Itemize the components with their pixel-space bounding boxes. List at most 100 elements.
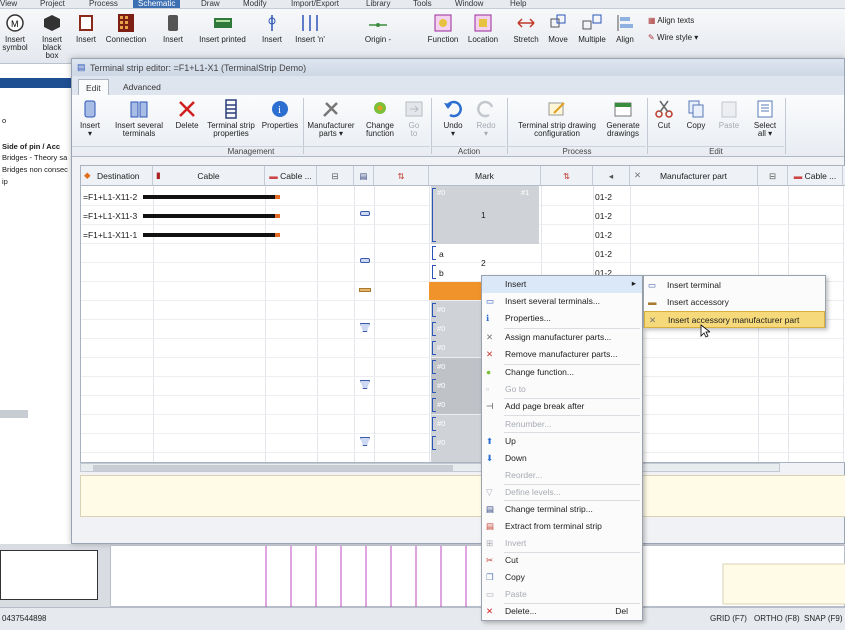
menu-library[interactable]: Library (366, 0, 390, 8)
insert-printed-button[interactable]: Insert printed (195, 9, 250, 44)
paste-button[interactable]: Paste (714, 95, 744, 130)
menu-schematic[interactable]: Schematic (133, 0, 181, 8)
snap-toggle[interactable]: SNAP (F9) (804, 614, 843, 623)
grid-horizontal-scrollbar[interactable] (80, 463, 780, 472)
menu-item-change-strip[interactable]: ▤ Change terminal strip... (482, 501, 642, 518)
location-button[interactable]: Location (464, 9, 502, 44)
tab-edit[interactable]: Edit (78, 79, 109, 95)
ortho-toggle[interactable]: ORTHO (F8) (754, 614, 800, 623)
copy-button[interactable]: Copy (681, 95, 711, 130)
menu-item-up[interactable]: ⬆ Up (482, 433, 642, 450)
menu-item-renumber[interactable]: Renumber... (482, 416, 642, 433)
menu-item-page-break[interactable]: ⊣ Add page break after (482, 398, 642, 415)
part-cell[interactable]: 01-2 (595, 211, 612, 221)
part-cell[interactable]: 01-2 (595, 249, 612, 259)
tab-advanced[interactable]: Advanced (116, 79, 168, 95)
menu-item-reorder[interactable]: Reorder... (482, 467, 642, 484)
terminal-strip-properties-button[interactable]: Terminal strip properties (205, 95, 257, 138)
col-mark[interactable]: Mark (429, 166, 541, 186)
part-cell[interactable]: 01-2 (595, 230, 612, 240)
col-cable-2[interactable]: ▬ Cable ... (265, 166, 317, 186)
left-panel-line[interactable]: Bridges non consec (2, 165, 72, 174)
part-cell[interactable]: 01-2 (595, 192, 612, 202)
menu-item-properties[interactable]: ℹ Properties... (482, 310, 642, 327)
col-sort-2[interactable]: ⇅ (541, 166, 593, 186)
origin-button[interactable]: Origin - (355, 9, 401, 44)
stretch-button[interactable]: Stretch (510, 9, 542, 44)
move-button[interactable]: Move (543, 9, 573, 44)
left-panel-line[interactable]: ip (2, 177, 72, 186)
menu-item-extract[interactable]: ▤ Extract from terminal strip (482, 518, 642, 535)
destination-cell[interactable]: =F1+L1-X11-3 (83, 211, 137, 221)
insert-n-button[interactable]: Insert 'n' (291, 9, 329, 44)
scrollbar-thumb[interactable] (93, 465, 453, 471)
menu-item-assign-parts[interactable]: ✕ Assign manufacturer parts... (482, 329, 642, 346)
destination-cell[interactable]: =F1+L1-X11-1 (83, 230, 137, 240)
grid-toggle[interactable]: GRID (F7) (710, 614, 747, 623)
menu-import-export[interactable]: Import/Export (291, 0, 339, 8)
menu-item-insert[interactable]: Insert ▸ (482, 276, 642, 293)
insert-button[interactable]: Insert ▾ (75, 95, 105, 138)
insert-symbol-button[interactable]: M Insert symbol (0, 9, 30, 52)
insert-button-3[interactable]: Insert (258, 9, 286, 44)
destination-cell[interactable]: =F1+L1-X11-2 (83, 192, 137, 202)
mark-value[interactable]: 1 (481, 210, 486, 220)
col-cable-3[interactable]: ◂ (593, 166, 630, 186)
select-all-button[interactable]: Select all ▾ (748, 95, 782, 138)
change-function-button[interactable]: Change function (360, 95, 400, 138)
menu-item-delete[interactable]: ✕ Delete... Del (482, 603, 642, 620)
menu-process[interactable]: Process (89, 0, 118, 8)
col-cable[interactable]: ▮ Cable (153, 166, 265, 186)
menu-item-change-function[interactable]: ● Change function... (482, 364, 642, 381)
col-terminal-strip[interactable]: ▤ (354, 166, 374, 186)
goto-button[interactable]: Go to (402, 95, 426, 138)
menu-project[interactable]: Project (40, 0, 65, 8)
wire-style-button[interactable]: ✎ Wire style ▾ (648, 34, 698, 42)
undo-button[interactable]: Undo ▾ (438, 95, 468, 138)
col-cable-4[interactable]: ▬ Cable ... (788, 166, 843, 186)
notes-panel[interactable] (80, 475, 845, 517)
submenu-insert-accessory-part[interactable]: ✕ Insert accessory manufacturer part (644, 311, 825, 328)
menu-item-cut[interactable]: ✂ Cut (482, 552, 642, 569)
terminal-strip-drawing-configuration-button[interactable]: Terminal strip drawing configuration (512, 95, 602, 138)
align-texts-button[interactable]: ▦ Align texts (648, 17, 694, 25)
delete-button[interactable]: Delete (172, 95, 202, 130)
properties-button[interactable]: i Properties (260, 95, 300, 130)
connection-button[interactable]: Connection (103, 9, 149, 44)
col-manufacturer-part[interactable]: ✕ Manufacturer part (630, 166, 758, 186)
menu-item-copy[interactable]: ❐ Copy (482, 569, 642, 586)
menu-item-insert-several[interactable]: ▭ Insert several terminals... (482, 293, 642, 310)
function-button[interactable]: Function (425, 9, 461, 44)
menu-item-invert[interactable]: ⊞ Invert (482, 535, 642, 552)
menu-view[interactable]: View (0, 0, 17, 8)
menu-item-down[interactable]: ⬇ Down (482, 450, 642, 467)
drawing-canvas[interactable] (110, 545, 845, 608)
submenu-insert-terminal[interactable]: ▭ Insert terminal (644, 277, 825, 294)
menu-item-goto[interactable]: ▫ Go to (482, 381, 642, 398)
cut-button[interactable]: Cut (651, 95, 677, 130)
menu-item-define-levels[interactable]: ▽ Define levels... (482, 484, 642, 501)
mark-value[interactable]: a (439, 249, 444, 259)
menu-item-paste[interactable]: ▭ Paste (482, 586, 642, 603)
left-panel-scrollbar[interactable] (0, 410, 28, 418)
selected-accessory-row[interactable] (429, 282, 481, 300)
col-destination[interactable]: ◆ Destination (81, 166, 153, 186)
menu-help[interactable]: Help (510, 0, 526, 8)
insert-button-2[interactable]: Insert (159, 9, 187, 44)
col-jumper-2[interactable]: ⊟ (758, 166, 788, 186)
menu-item-remove-parts[interactable]: ✕ Remove manufacturer parts... (482, 346, 642, 363)
align-button[interactable]: Align (611, 9, 639, 44)
insert-button-1[interactable]: Insert (72, 9, 100, 44)
multiple-button[interactable]: Multiple (574, 9, 610, 44)
menu-modify[interactable]: Modify (243, 0, 267, 8)
redo-button[interactable]: Redo ▾ (471, 95, 501, 138)
menu-draw[interactable]: Draw (201, 0, 220, 8)
insert-several-terminals-button[interactable]: Insert several terminals (110, 95, 168, 138)
menu-window[interactable]: Window (455, 0, 483, 8)
mark-value[interactable]: b (439, 268, 444, 278)
col-sort[interactable]: ⇅ (374, 166, 429, 186)
insert-black-box-button[interactable]: Insert black box (36, 9, 68, 60)
menu-tools[interactable]: Tools (413, 0, 432, 8)
generate-drawings-button[interactable]: Generate drawings (602, 95, 644, 138)
col-jumper[interactable]: ⊟ (317, 166, 354, 186)
